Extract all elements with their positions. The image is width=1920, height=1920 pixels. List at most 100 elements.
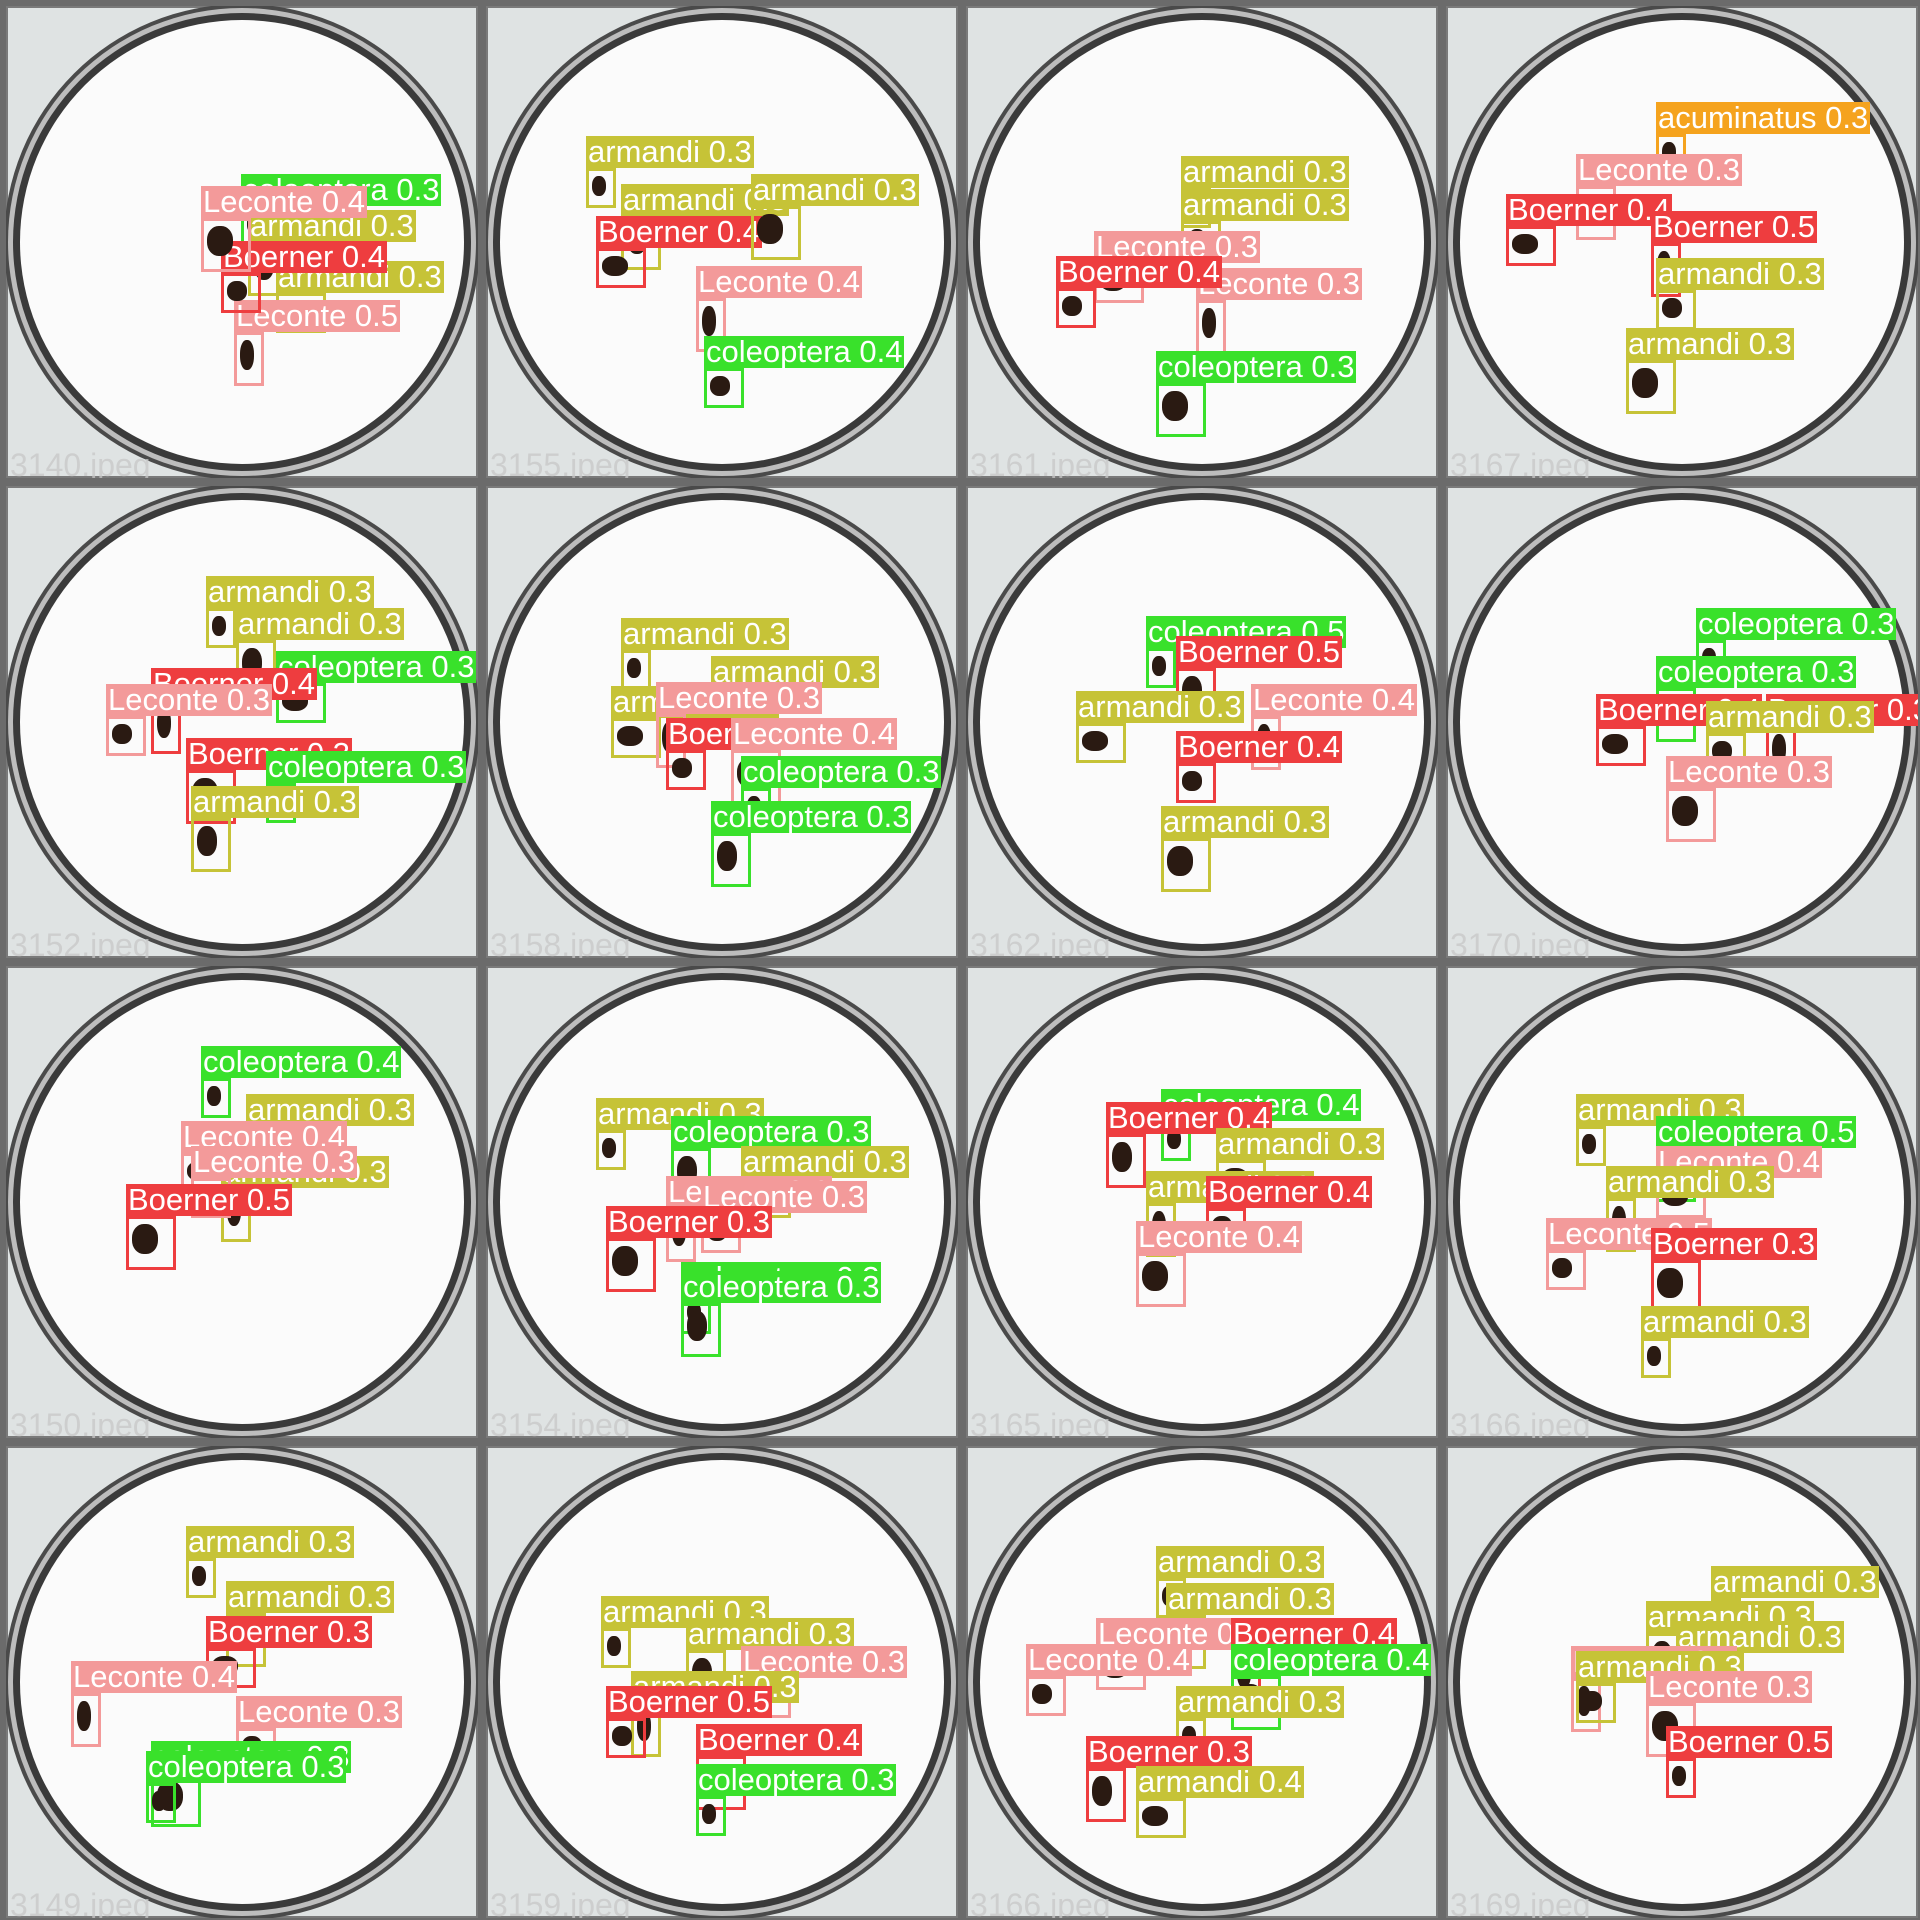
detection-label: Boerner 0.5	[1176, 634, 1342, 669]
detection-label: Boerner 0.3	[606, 1204, 772, 1239]
filename-caption: 3155.jpeg	[490, 447, 631, 478]
detection-label: Boerner 0.4	[1206, 1174, 1372, 1209]
detection-label: Boerner 0.5	[606, 1684, 772, 1719]
detection-box[interactable]	[606, 1718, 646, 1758]
detection-box[interactable]	[1666, 788, 1716, 842]
filename-caption: 3140.jpeg	[10, 447, 151, 478]
detection-label: armandi 0.3	[1181, 154, 1349, 189]
detection-box[interactable]	[1106, 1134, 1146, 1188]
detection-label: armandi 0.3	[1216, 1126, 1384, 1161]
detection-tile[interactable]: coleoptera 0.5 Boerner 0.5 armandi 0.3 Leco…	[966, 486, 1438, 958]
detection-box[interactable]	[681, 1303, 721, 1357]
filename-caption: 3149.jpeg	[10, 1887, 151, 1918]
detection-label: coleoptera 0.3	[146, 1749, 347, 1784]
detection-label: coleoptera 0.3	[696, 1762, 897, 1797]
detection-box[interactable]	[1506, 226, 1556, 266]
detection-label: Leconte 0.3	[236, 1694, 403, 1729]
detection-box[interactable]	[201, 218, 251, 272]
detection-box[interactable]	[1546, 1250, 1586, 1290]
filename-caption: 3166.jpeg	[1450, 1407, 1591, 1438]
detection-box[interactable]	[696, 1796, 726, 1836]
detection-box[interactable]	[611, 718, 661, 758]
detection-box[interactable]	[704, 368, 744, 408]
detection-tile[interactable]: armandi 0.3 armandi 0.3 Boerner 0.4 Leconte…	[486, 6, 958, 478]
detection-tile[interactable]: armandi 0.3 armandi 0.3 Boerner 0.3 Leconte…	[6, 1446, 478, 1918]
detection-box[interactable]	[1136, 1253, 1186, 1307]
detection-label: Boerner 0.4	[696, 1722, 862, 1757]
detection-label: armandi 0.3	[226, 1579, 394, 1614]
detection-box[interactable]	[1576, 1126, 1606, 1166]
detection-box[interactable]	[1026, 1676, 1066, 1716]
detection-label: Boerner 0.5	[126, 1182, 292, 1217]
detection-box[interactable]	[1161, 838, 1211, 892]
detection-label: armandi 0.3	[1161, 804, 1329, 839]
detection-box[interactable]	[606, 1238, 656, 1292]
detection-tile[interactable]: acuminatus 0.3 Leconte 0.3 Boerner 0.4 Boer…	[1446, 6, 1918, 478]
petri-dish	[20, 500, 464, 944]
detection-box[interactable]	[146, 1783, 176, 1823]
detection-label: Leconte 0.3	[1576, 152, 1743, 187]
detection-label: armandi 0.3	[1176, 1684, 1344, 1719]
detection-box[interactable]	[234, 332, 264, 386]
detection-box[interactable]	[1076, 723, 1126, 763]
detection-box[interactable]	[1056, 288, 1096, 328]
detection-box[interactable]	[1196, 300, 1226, 354]
detection-tile[interactable]: coleoptera 0.4armandi 0.3Leconte 0.4arma…	[6, 966, 478, 1438]
detection-tile[interactable]: armandi 0.3 armandi 0.3 Leconte 0.6 Boerner…	[966, 1446, 1438, 1918]
detection-label: coleoptera 0.3	[1656, 654, 1857, 689]
detection-box[interactable]	[1596, 726, 1646, 766]
detection-label: Leconte 0.4	[696, 264, 863, 299]
detection-box[interactable]	[666, 750, 706, 790]
detection-box[interactable]	[601, 1628, 631, 1668]
detection-grid: coleoptera 0.3armandi 0.3armandi 0.3Leco…	[0, 0, 1920, 1920]
detection-box[interactable]	[206, 608, 236, 648]
detection-box[interactable]	[191, 818, 231, 872]
detection-box[interactable]	[1086, 1768, 1126, 1822]
detection-label: armandi 0.3	[206, 574, 374, 609]
detection-label: Leconte 0.3	[191, 1144, 358, 1179]
detection-tile[interactable]: armandi 0.3armandi 0.3coleoptera 0.3Boer…	[6, 486, 478, 958]
detection-label: armandi 0.3	[1706, 699, 1874, 734]
detection-label: armandi 0.3	[1656, 256, 1824, 291]
detection-label: armandi 0.3	[1156, 1544, 1324, 1579]
detection-box[interactable]	[1576, 1683, 1616, 1723]
detection-label: armandi 0.3	[751, 172, 919, 207]
detection-box[interactable]	[1656, 290, 1696, 330]
detection-label: coleoptera 0.3	[741, 754, 942, 789]
detection-box[interactable]	[711, 833, 751, 887]
detection-label: armandi 0.3	[1711, 1564, 1879, 1599]
detection-label: Leconte 0.3	[1646, 1669, 1813, 1704]
detection-label: Boerner 0.4	[1506, 192, 1672, 227]
detection-box[interactable]	[1156, 383, 1206, 437]
detection-tile[interactable]: armandi 0.3 coleoptera 0.5 Leconte 0.4 arma…	[1446, 966, 1918, 1438]
detection-box[interactable]	[126, 1216, 176, 1270]
detection-tile[interactable]: armandi 0.3armandi 0.3armandi 0.3Leconte…	[486, 486, 958, 958]
detection-box[interactable]	[586, 168, 616, 208]
detection-tile[interactable]: armandi 0.3 armandi 0.3 Leconte 0.3 Leconte…	[966, 6, 1438, 478]
detection-tile[interactable]: coleoptera 0.4Boerner 0.4armandi 0.3arma…	[966, 966, 1438, 1438]
detection-box[interactable]	[1146, 648, 1176, 688]
filename-caption: 3159.jpeg	[490, 1887, 631, 1918]
detection-box[interactable]	[106, 716, 146, 756]
detection-tile[interactable]: armandi 0.3armandi 0.3armandi 0.3Leconte…	[1446, 1446, 1918, 1918]
detection-box[interactable]	[1136, 1798, 1186, 1838]
detection-box[interactable]	[71, 1693, 101, 1747]
detection-box[interactable]	[596, 1130, 626, 1170]
detection-box[interactable]	[1666, 1758, 1696, 1798]
detection-box[interactable]	[596, 248, 646, 288]
detection-box[interactable]	[201, 1078, 231, 1118]
detection-tile[interactable]: coleoptera 0.3coleoptera 0.3Boerner 0.4B…	[1446, 486, 1918, 958]
detection-tile[interactable]: armandi 0.3 coleoptera 0.3 armandi 0.3 Leco…	[486, 966, 958, 1438]
detection-tile[interactable]: armandi 0.3armandi 0.3Leconte 0.3armandi…	[486, 1446, 958, 1918]
detection-box[interactable]	[1626, 360, 1676, 414]
detection-box[interactable]	[751, 206, 801, 260]
detection-label: armandi 0.3	[191, 784, 359, 819]
detection-box[interactable]	[1641, 1338, 1671, 1378]
detection-tile[interactable]: coleoptera 0.3armandi 0.3armandi 0.3Leco…	[6, 6, 478, 478]
detection-label: Leconte 0.4	[731, 716, 898, 751]
detection-box[interactable]	[1176, 763, 1216, 803]
detection-label: Leconte 0.4	[1026, 1642, 1193, 1677]
detection-box[interactable]	[186, 1558, 216, 1598]
detection-box[interactable]	[221, 273, 261, 313]
detection-label: armandi 0.3	[236, 606, 404, 641]
